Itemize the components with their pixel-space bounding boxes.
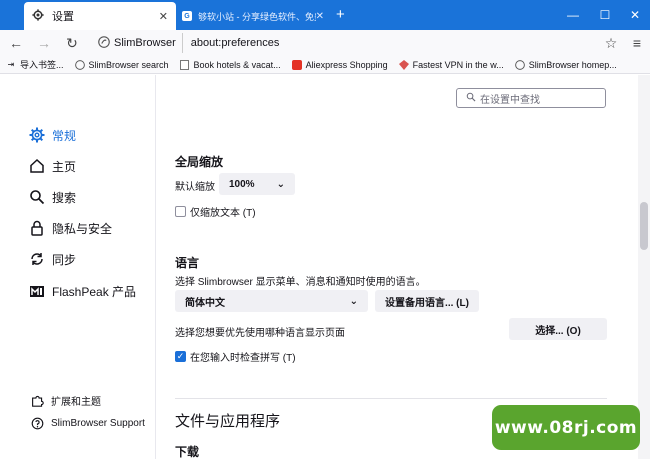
sidebar-item-label: 扩展和主题: [51, 397, 101, 408]
sidebar-item-support[interactable]: SlimBrowser Support: [30, 416, 145, 430]
import-icon: ⇥: [7, 60, 15, 69]
sidebar-item-search[interactable]: 搜索: [28, 188, 76, 206]
search-placeholder: 在设置中查找: [480, 94, 540, 106]
spellcheck-checkbox[interactable]: ✓: [175, 351, 186, 362]
bookmark-item[interactable]: Book hotels & vacat...: [180, 59, 281, 70]
zoom-value: 100%: [229, 178, 255, 190]
bookmark-label: SlimBrowser search: [88, 59, 169, 70]
flashpeak-logo-icon: [28, 282, 46, 300]
zoom-heading: 全局缩放: [175, 155, 224, 169]
slimbrowser-icon: [98, 35, 110, 51]
bookmark-item[interactable]: SlimBrowser search: [74, 59, 169, 70]
scrollbar[interactable]: [638, 75, 650, 459]
tab-title: 够软小站 - 分享绿色软件、免费...: [198, 11, 316, 22]
minimize-icon[interactable]: —: [558, 0, 588, 30]
help-icon: [30, 416, 44, 430]
sidebar: 常规 主页 搜索 隐私与安全 同步 FlashPeak 产品 扩展和主题 Sli…: [0, 75, 156, 459]
watermark-text: www.08rj.com: [494, 417, 638, 438]
alternative-languages-button[interactable]: 设置备用语言... (L): [375, 290, 479, 312]
bookmark-item[interactable]: ⇥ 导入书签...: [6, 58, 64, 71]
page-language-label: 选择您想要优先使用哪种语言显示页面: [175, 328, 345, 339]
lock-icon: [28, 219, 46, 237]
files-applications-heading: 文件与应用程序: [175, 413, 281, 430]
tab-settings[interactable]: 设置 ✕: [24, 2, 176, 30]
star-icon[interactable]: ☆: [598, 31, 624, 55]
url-field[interactable]: about:preferences: [191, 37, 598, 49]
bookmark-item[interactable]: SlimBrowser homep...: [514, 59, 617, 70]
window-close-icon[interactable]: ✕: [620, 0, 650, 30]
site-favicon-icon: G: [182, 11, 192, 21]
bookmark-label: 导入书签...: [20, 60, 64, 70]
bookmark-item[interactable]: Fastest VPN in the w...: [398, 59, 504, 70]
aliexpress-icon: [291, 59, 302, 70]
back-icon[interactable]: ←: [4, 31, 28, 55]
reload-icon[interactable]: ↻: [60, 31, 84, 55]
language-value: 简体中文: [185, 297, 225, 309]
slimbrowser-icon: [74, 59, 85, 70]
bookmark-label: Book hotels & vacat...: [193, 59, 281, 70]
language-heading: 语言: [175, 256, 200, 270]
sidebar-item-label: FlashPeak 产品: [52, 284, 137, 299]
sidebar-item-privacy[interactable]: 隐私与安全: [28, 219, 112, 237]
settings-search-input[interactable]: 在设置中查找: [456, 88, 606, 108]
bookmarks-toolbar: ⇥ 导入书签... SlimBrowser search Book hotels…: [0, 56, 650, 74]
navigation-bar: ← → ↻ SlimBrowser about:preferences ☆ ≡: [0, 30, 650, 56]
spellcheck-row[interactable]: ✓ 在您输入时检查拼写 (T): [175, 349, 296, 364]
search-icon: [28, 188, 46, 206]
language-description: 选择 Slimbrowser 显示菜单、消息和通知时使用的语言。: [175, 277, 426, 288]
maximize-icon[interactable]: ☐: [590, 0, 620, 30]
sidebar-item-general[interactable]: 常规: [28, 126, 76, 144]
preferences-page: 常规 主页 搜索 隐私与安全 同步 FlashPeak 产品 扩展和主题 Sli…: [0, 75, 650, 459]
downloads-heading: 下载: [175, 445, 200, 459]
home-icon: [28, 157, 46, 175]
sidebar-item-flashpeak[interactable]: FlashPeak 产品: [28, 282, 136, 300]
zoom-text-only-checkbox[interactable]: [175, 206, 186, 217]
zoom-text-only-label: 仅缩放文本 (T): [190, 208, 256, 219]
chevron-down-icon: ⌄: [276, 178, 285, 190]
identity-label: SlimBrowser: [114, 37, 176, 49]
tab-title: 设置: [52, 11, 74, 23]
vpn-icon: [398, 59, 409, 70]
slimbrowser-icon: [514, 59, 525, 70]
tab-site[interactable]: G 够软小站 - 分享绿色软件、免费... ✕: [178, 4, 328, 28]
close-icon[interactable]: ✕: [316, 11, 324, 22]
sidebar-item-label: 常规: [52, 128, 77, 143]
sidebar-item-label: 同步: [52, 252, 77, 267]
scrollbar-thumb[interactable]: [640, 202, 648, 250]
sidebar-item-home[interactable]: 主页: [28, 157, 76, 175]
language-select[interactable]: 简体中文 ⌄: [175, 290, 368, 312]
watermark: www.08rj.com: [492, 405, 640, 450]
page-icon: [180, 59, 190, 70]
divider: [175, 398, 607, 399]
sidebar-item-label: 搜索: [52, 190, 77, 205]
menu-icon[interactable]: ≡: [624, 31, 650, 55]
zoom-select[interactable]: 100% ⌄: [219, 173, 295, 195]
spellcheck-label: 在您输入时检查拼写 (T): [190, 353, 296, 364]
sidebar-item-label: SlimBrowser Support: [51, 417, 145, 429]
choose-language-button[interactable]: 选择... (O): [509, 318, 607, 340]
gear-icon: [32, 8, 44, 24]
forward-icon[interactable]: →: [32, 31, 56, 55]
new-tab-icon[interactable]: +: [336, 6, 345, 23]
puzzle-icon: [30, 394, 44, 408]
bookmark-item[interactable]: Aliexpress Shopping: [291, 59, 388, 70]
zoom-text-only-row[interactable]: 仅缩放文本 (T): [175, 204, 256, 219]
bookmark-label: SlimBrowser homep...: [528, 59, 617, 70]
default-zoom-label: 默认缩放: [175, 182, 215, 193]
sidebar-item-label: 隐私与安全: [52, 221, 113, 236]
bookmark-label: Aliexpress Shopping: [305, 59, 388, 70]
title-bar: 设置 ✕ G 够软小站 - 分享绿色软件、免费... ✕ + — ☐ ✕: [0, 0, 650, 30]
sidebar-item-label: 主页: [52, 159, 77, 174]
chevron-down-icon: ⌄: [349, 295, 358, 307]
bookmark-label: Fastest VPN in the w...: [412, 59, 504, 70]
gear-icon: [28, 126, 46, 144]
search-icon: [466, 92, 476, 105]
identity-box[interactable]: SlimBrowser: [88, 33, 183, 53]
sync-icon: [28, 250, 46, 268]
sidebar-item-sync[interactable]: 同步: [28, 250, 76, 268]
sidebar-item-addons[interactable]: 扩展和主题: [30, 393, 101, 408]
close-icon[interactable]: ✕: [159, 10, 168, 23]
